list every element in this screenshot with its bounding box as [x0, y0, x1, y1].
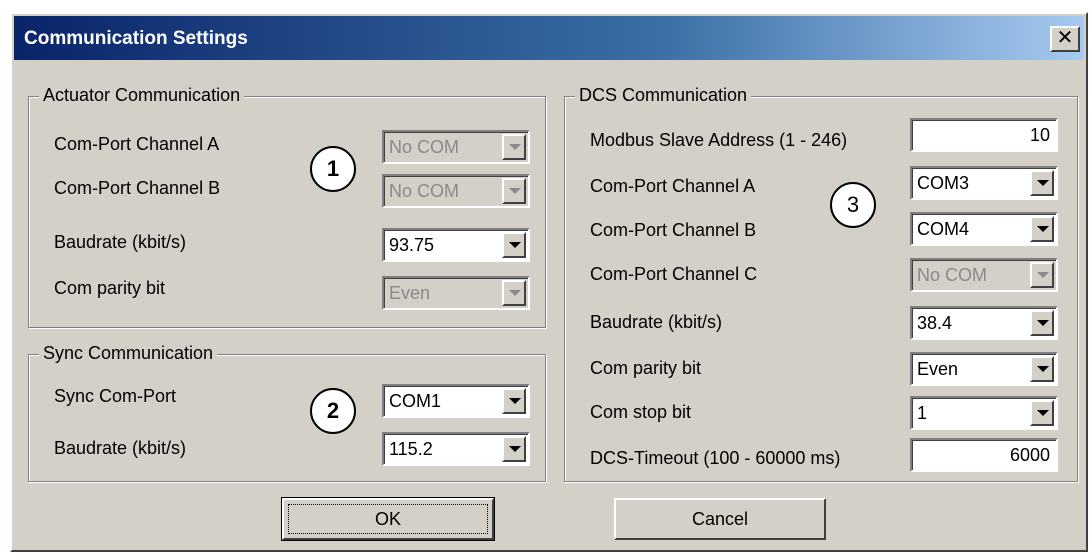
sync-com-port-combo[interactable]: COM1 [382, 384, 530, 418]
dcs-stop-bit-label: Com stop bit [590, 402, 692, 422]
dcs-parity-label: Com parity bit [590, 358, 702, 378]
dcs-baudrate-label: Baudrate (kbit/s) [590, 312, 723, 332]
actuator-communication-legend: Actuator Communication [39, 85, 245, 106]
chevron-down-icon [502, 134, 526, 160]
dcs-stop-bit-value: 1 [917, 403, 928, 423]
chevron-down-icon[interactable] [1030, 170, 1054, 196]
actuator-channel-b-value: No COM [389, 181, 460, 201]
chevron-down-icon [1030, 262, 1054, 288]
chevron-down-icon [502, 280, 526, 306]
dcs-timeout-label: DCS-Timeout (100 - 60000 ms) [590, 448, 841, 468]
actuator-channel-a-label: Com-Port Channel A [54, 134, 220, 154]
dcs-stop-bit-combo[interactable]: 1 [910, 396, 1058, 430]
modbus-address-label: Modbus Slave Address (1 - 246) [590, 130, 848, 150]
sync-baudrate-label: Baudrate (kbit/s) [54, 438, 187, 458]
ok-button-label: OK [374, 509, 401, 529]
chevron-down-icon[interactable] [502, 232, 526, 258]
actuator-parity-combo: Even [382, 276, 530, 310]
dcs-channel-a-combo[interactable]: COM3 [910, 166, 1058, 200]
actuator-baudrate-combo[interactable]: 93.75 [382, 228, 530, 262]
callout-marker-3: 3 [830, 182, 876, 228]
close-icon: ✕ [1056, 27, 1074, 49]
dcs-channel-c-value: No COM [917, 265, 988, 285]
chevron-down-icon [502, 178, 526, 204]
actuator-baudrate-label: Baudrate (kbit/s) [54, 232, 187, 252]
dcs-channel-b-value: COM4 [917, 219, 970, 239]
dcs-channel-b-combo[interactable]: COM4 [910, 212, 1058, 246]
modbus-address-input[interactable]: 10 [910, 118, 1058, 152]
dcs-channel-c-label: Com-Port Channel C [590, 264, 758, 284]
cancel-button[interactable]: Cancel [614, 498, 826, 540]
actuator-parity-label: Com parity bit [54, 278, 166, 298]
ok-button[interactable]: OK [281, 497, 495, 541]
actuator-baudrate-value: 93.75 [389, 235, 435, 255]
chevron-down-icon[interactable] [502, 388, 526, 414]
dcs-baudrate-combo[interactable]: 38.4 [910, 306, 1058, 340]
sync-baudrate-value: 115.2 [389, 439, 433, 459]
actuator-channel-b-label: Com-Port Channel B [54, 178, 221, 198]
actuator-parity-value: Even [389, 283, 431, 303]
actuator-channel-a-combo: No COM [382, 130, 530, 164]
chevron-down-icon[interactable] [1030, 310, 1054, 336]
dcs-channel-c-combo: No COM [910, 258, 1058, 292]
sync-com-port-label: Sync Com-Port [54, 386, 177, 406]
chevron-down-icon[interactable] [502, 436, 526, 462]
sync-communication-legend: Sync Communication [39, 343, 218, 364]
dcs-baudrate-value: 38.4 [917, 313, 953, 333]
chevron-down-icon[interactable] [1030, 356, 1054, 382]
dcs-communication-legend: DCS Communication [575, 85, 752, 106]
dcs-parity-combo[interactable]: Even [910, 352, 1058, 386]
chevron-down-icon[interactable] [1030, 400, 1054, 426]
communication-settings-dialog: Communication Settings ✕ Actuator Commun… [10, 12, 1088, 552]
actuator-channel-b-combo: No COM [382, 174, 530, 208]
dcs-timeout-input[interactable]: 6000 [910, 438, 1058, 472]
callout-marker-2: 2 [310, 388, 356, 434]
dcs-timeout-value: 6000 [1009, 445, 1050, 465]
chevron-down-icon[interactable] [1030, 216, 1054, 242]
sync-com-port-value: COM1 [389, 391, 442, 411]
modbus-address-value: 10 [1029, 125, 1050, 145]
close-button[interactable]: ✕ [1050, 26, 1080, 52]
dcs-channel-a-value: COM3 [917, 173, 970, 193]
dcs-channel-b-label: Com-Port Channel B [590, 220, 757, 240]
dcs-channel-a-label: Com-Port Channel A [590, 176, 756, 196]
dialog-title: Communication Settings [24, 28, 248, 49]
sync-baudrate-combo[interactable]: 115.2 [382, 432, 530, 466]
dcs-parity-value: Even [917, 359, 959, 379]
cancel-button-label: Cancel [691, 509, 749, 529]
actuator-channel-a-value: No COM [389, 137, 460, 157]
title-bar[interactable]: Communication Settings ✕ [14, 16, 1084, 60]
callout-marker-1: 1 [310, 146, 356, 192]
